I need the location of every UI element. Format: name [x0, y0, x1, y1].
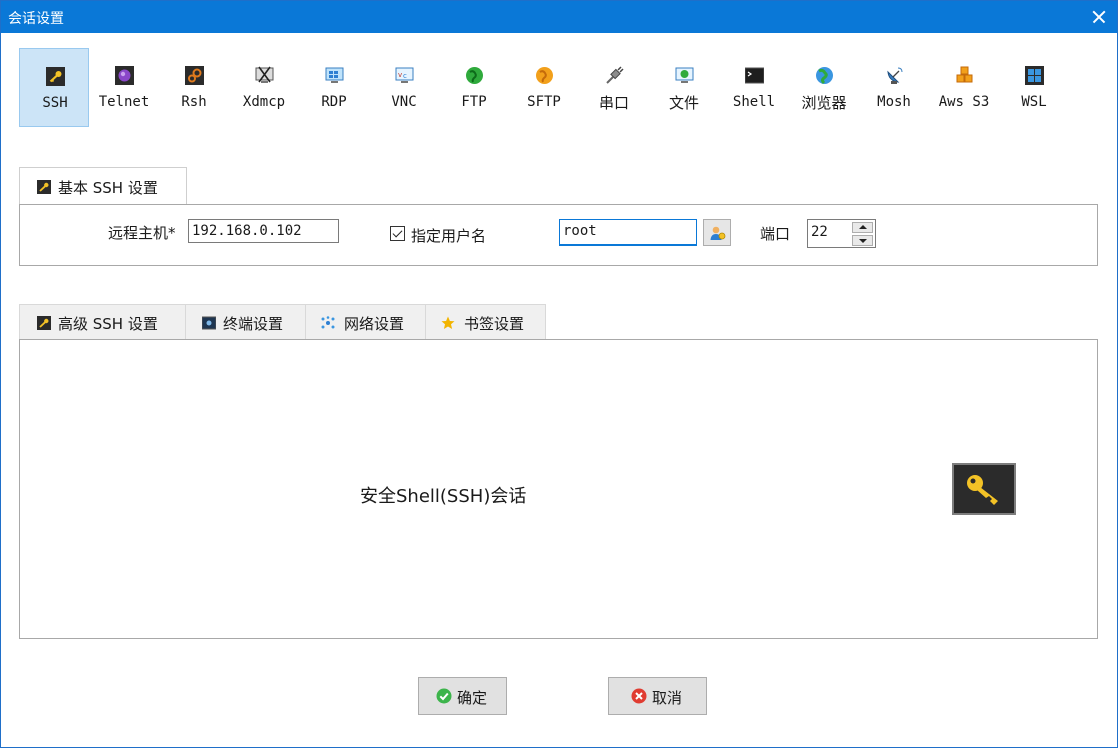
tab-terminal-settings[interactable]: 终端设置: [185, 304, 306, 340]
protocol-ssh[interactable]: SSH: [19, 48, 89, 127]
close-button[interactable]: [1087, 5, 1111, 29]
key-icon: [967, 475, 998, 505]
tab-bookmark-settings[interactable]: 书签设置: [425, 304, 546, 340]
star-icon: [441, 316, 455, 329]
tab-advanced-ssh-label: 高级 SSH 设置: [58, 315, 158, 333]
key-icon: [46, 67, 65, 86]
protocol-rsh-label: Rsh: [181, 94, 207, 110]
advanced-settings-panel: [19, 339, 1098, 639]
protocol-file[interactable]: 文件: [649, 48, 719, 127]
satellite-dish-icon: [887, 67, 903, 84]
protocol-ftp[interactable]: FTP: [439, 48, 509, 127]
protocol-xdmcp[interactable]: Xdmcp: [229, 48, 299, 127]
rsh-gears-icon: [185, 66, 204, 85]
terminal-icon: [745, 67, 764, 84]
ok-button[interactable]: 确定: [418, 677, 507, 715]
protocol-file-label: 文件: [668, 94, 699, 112]
ssh-key-icon: [952, 463, 1016, 515]
key-icon: [37, 316, 51, 330]
tab-network-settings[interactable]: 网络设置: [305, 304, 426, 340]
cancel-button-label: 取消: [652, 689, 683, 707]
protocol-serial-label: 串口: [598, 94, 629, 112]
protocol-browser[interactable]: 浏览器: [789, 48, 859, 127]
tab-network-settings-label: 网络设置: [344, 315, 405, 333]
protocol-serial[interactable]: 串口: [579, 48, 649, 127]
protocol-rsh[interactable]: Rsh: [159, 48, 229, 127]
remote-host-input[interactable]: 192.168.0.102: [188, 219, 339, 243]
ftp-globe-icon: [466, 67, 483, 84]
protocol-telnet[interactable]: Telnet: [89, 48, 159, 127]
username-input[interactable]: root: [559, 219, 697, 246]
protocol-mosh-label: Mosh: [877, 94, 911, 110]
protocol-sftp[interactable]: SFTP: [509, 48, 579, 127]
remote-host-label: 远程主机*: [108, 224, 176, 242]
specify-username-checkbox[interactable]: [390, 226, 405, 241]
tab-basic-ssh-settings[interactable]: 基本 SSH 设置: [19, 167, 187, 205]
tab-terminal-settings-label: 终端设置: [223, 315, 284, 333]
session-description: 安全Shell(SSH)会话: [360, 486, 527, 507]
ok-button-label: 确定: [457, 689, 488, 707]
x-display-icon: [255, 66, 274, 83]
key-icon: [37, 180, 51, 194]
protocol-wsl[interactable]: WSL: [999, 48, 1069, 127]
protocol-vnc[interactable]: v c VNC: [369, 48, 439, 127]
port-decrement-button[interactable]: [852, 235, 873, 246]
tab-advanced-ssh-settings[interactable]: 高级 SSH 设置: [19, 304, 186, 340]
serial-plug-icon: [606, 66, 624, 84]
protocol-wsl-label: WSL: [1021, 94, 1047, 110]
protocol-ftp-label: FTP: [461, 94, 487, 110]
browser-globe-icon: [816, 67, 833, 85]
svg-text:v: v: [398, 71, 402, 79]
protocol-rdp-label: RDP: [321, 94, 347, 110]
user-icon: [710, 226, 726, 240]
port-label: 端口: [760, 225, 791, 243]
title-bar: 会话设置: [1, 1, 1117, 33]
check-circle-icon: [436, 688, 452, 704]
windows-logo-icon: [1025, 66, 1044, 85]
protocol-rdp[interactable]: RDP: [299, 48, 369, 127]
protocol-awss3[interactable]: Aws S3: [929, 48, 999, 127]
protocol-telnet-label: Telnet: [98, 94, 150, 110]
user-manager-button[interactable]: [703, 219, 731, 246]
protocol-xdmcp-label: Xdmcp: [242, 94, 286, 110]
network-icon: [321, 316, 335, 329]
remote-desktop-icon: [325, 67, 344, 83]
protocol-ssh-label: SSH: [42, 95, 68, 111]
port-increment-button[interactable]: [852, 222, 873, 233]
tab-basic-ssh-label: 基本 SSH 设置: [58, 179, 158, 197]
aws-cubes-icon: [956, 66, 973, 83]
svg-text:c: c: [403, 72, 407, 80]
protocol-mosh[interactable]: Mosh: [859, 48, 929, 127]
telnet-globe-icon: [115, 66, 134, 85]
protocol-sftp-label: SFTP: [527, 94, 561, 110]
protocol-shell[interactable]: Shell: [719, 48, 789, 127]
cancel-button[interactable]: 取消: [608, 677, 707, 715]
sftp-globe-icon: [536, 67, 553, 84]
cancel-circle-icon: [631, 688, 647, 704]
protocol-browser-label: 浏览器: [801, 94, 847, 112]
vnc-monitor-icon: v c: [395, 67, 414, 83]
specify-username-label: 指定用户名: [411, 227, 487, 245]
terminal-settings-icon: [202, 316, 216, 330]
protocol-shell-label: Shell: [732, 94, 776, 110]
file-monitor-icon: [675, 67, 694, 83]
tab-bookmark-settings-label: 书签设置: [464, 315, 525, 333]
protocol-awss3-label: Aws S3: [938, 94, 990, 110]
window-title: 会话设置: [8, 11, 64, 27]
protocol-vnc-label: VNC: [391, 94, 417, 110]
